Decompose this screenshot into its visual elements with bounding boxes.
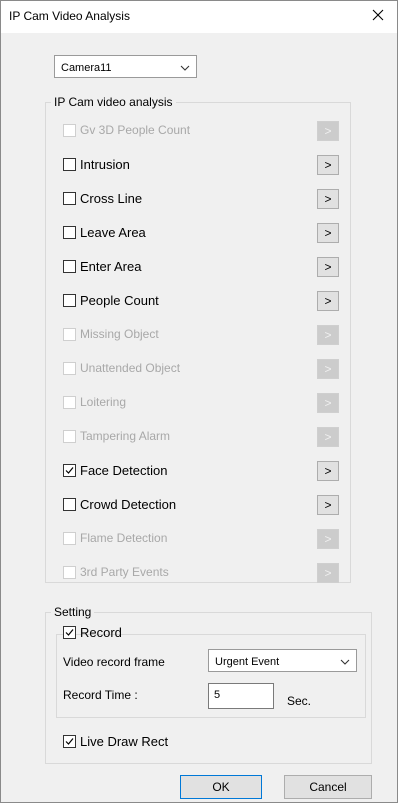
missing-object-label: Missing Object — [80, 327, 159, 341]
enter-area-label: Enter Area — [80, 259, 142, 274]
record-time-unit: Sec. — [287, 694, 312, 708]
cross-line-settings-button[interactable]: > — [317, 189, 339, 209]
enter-area-checkbox[interactable] — [63, 260, 76, 273]
3rd-party-events-settings-button: > — [317, 563, 339, 583]
camera-select-value: Camera11 — [61, 62, 112, 74]
record-label: Record — [80, 625, 122, 640]
missing-object-checkbox — [63, 328, 76, 341]
cancel-button[interactable]: Cancel — [284, 775, 372, 799]
missing-object-settings-button: > — [317, 325, 339, 345]
intrusion-checkbox[interactable] — [63, 158, 76, 171]
tampering-alarm-label: Tampering Alarm — [80, 429, 171, 443]
leave-area-settings-button[interactable]: > — [317, 223, 339, 243]
record-time-value: 5 — [214, 689, 221, 701]
people-count-settings-button[interactable]: > — [317, 291, 339, 311]
title-bar: IP Cam Video Analysis — [1, 1, 397, 33]
3rd-party-events-label: 3rd Party Events — [80, 565, 169, 579]
face-detection-checkbox[interactable] — [63, 464, 76, 477]
cross-line-checkbox[interactable] — [63, 192, 76, 205]
video-record-frame-select[interactable]: Urgent Event — [208, 649, 357, 672]
record-time-label: Record Time : — [63, 688, 138, 702]
face-detection-settings-button[interactable]: > — [317, 461, 339, 481]
tampering-alarm-checkbox — [63, 430, 76, 443]
people-count-label: People Count — [80, 293, 159, 308]
analysis-group-title: IP Cam video analysis — [51, 95, 176, 109]
people-count-checkbox[interactable] — [63, 294, 76, 307]
live-draw-rect-label: Live Draw Rect — [80, 734, 169, 749]
ok-button[interactable]: OK — [180, 775, 262, 799]
close-icon[interactable] — [365, 3, 391, 29]
gv-3d-people-count-label: Gv 3D People Count — [80, 123, 191, 137]
live-draw-rect-checkbox[interactable] — [63, 735, 76, 748]
leave-area-checkbox[interactable] — [63, 226, 76, 239]
enter-area-settings-button[interactable]: > — [317, 257, 339, 277]
window-title: IP Cam Video Analysis — [9, 9, 130, 23]
record-checkbox[interactable] — [63, 626, 76, 639]
flame-detection-label: Flame Detection — [80, 531, 168, 545]
loitering-label: Loitering — [80, 395, 127, 409]
3rd-party-events-checkbox — [63, 566, 76, 579]
crowd-detection-label: Crowd Detection — [80, 497, 177, 512]
leave-area-label: Leave Area — [80, 225, 146, 240]
flame-detection-settings-button: > — [317, 529, 339, 549]
unattended-object-checkbox — [63, 362, 76, 375]
record-time-input[interactable]: 5 — [208, 683, 274, 709]
face-detection-label: Face Detection — [80, 463, 168, 478]
crowd-detection-checkbox[interactable] — [63, 498, 76, 511]
loitering-checkbox — [63, 396, 76, 409]
camera-select[interactable]: Camera11 — [54, 55, 197, 78]
setting-group-title: Setting — [51, 605, 95, 619]
ip-cam-video-analysis-dialog: IP Cam Video Analysis Camera11 IP Cam vi… — [0, 0, 398, 803]
chevron-down-icon — [180, 62, 190, 76]
gv-3d-people-count-settings-button: > — [317, 121, 339, 141]
tampering-alarm-settings-button: > — [317, 427, 339, 447]
intrusion-settings-button[interactable]: > — [317, 155, 339, 175]
gv-3d-people-count-checkbox — [63, 124, 76, 137]
video-record-frame-value: Urgent Event — [215, 656, 280, 668]
crowd-detection-settings-button[interactable]: > — [317, 495, 339, 515]
unattended-object-label: Unattended Object — [80, 361, 181, 375]
intrusion-label: Intrusion — [80, 157, 130, 172]
loitering-settings-button: > — [317, 393, 339, 413]
unattended-object-settings-button: > — [317, 359, 339, 379]
chevron-down-icon — [340, 656, 350, 670]
video-record-frame-label: Video record frame — [63, 655, 165, 669]
cross-line-label: Cross Line — [80, 191, 143, 206]
flame-detection-checkbox — [63, 532, 76, 545]
